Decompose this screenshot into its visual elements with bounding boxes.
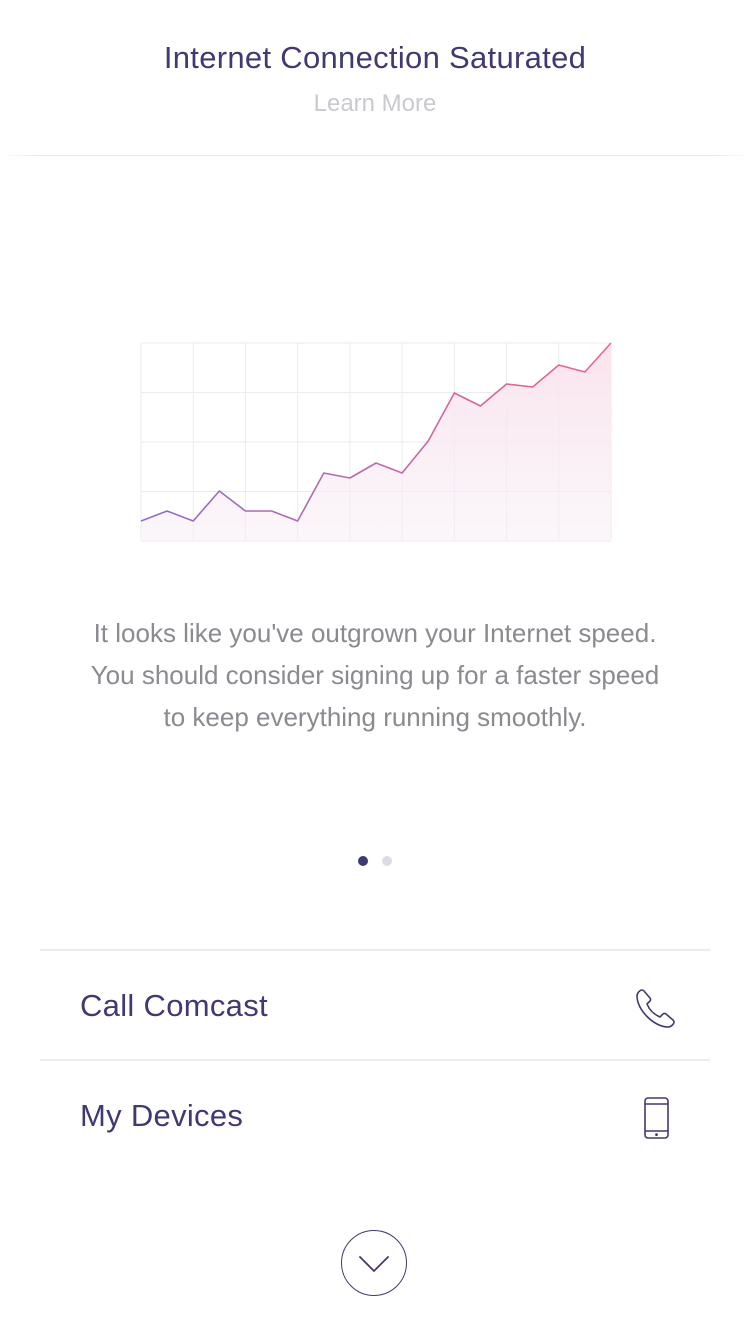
call-comcast-row[interactable]: Call Comcast [40, 952, 710, 1060]
page-dot-2[interactable] [382, 856, 392, 866]
speed-chart-svg [140, 342, 612, 542]
chevron-down-icon [359, 1256, 389, 1272]
page-title: Internet Connection Saturated [163, 40, 587, 75]
header: Internet Connection Saturated Learn More [0, 0, 750, 156]
saturation-message: It looks like you've outgrown your Inter… [90, 618, 660, 732]
learn-more-link[interactable]: Learn More [0, 90, 750, 118]
my-devices-label: My Devices [80, 1098, 244, 1133]
page-dot-1[interactable] [358, 856, 368, 866]
header-divider [0, 155, 750, 156]
my-devices-row[interactable]: My Devices [40, 1062, 710, 1170]
list-divider-middle [40, 1059, 710, 1061]
page-indicator [0, 856, 750, 868]
expand-button[interactable] [341, 1230, 407, 1296]
smartphone-icon [634, 1096, 678, 1140]
call-comcast-label: Call Comcast [80, 988, 268, 1023]
phone-icon [634, 986, 678, 1030]
list-divider-top [40, 949, 710, 951]
speed-chart [140, 342, 612, 542]
